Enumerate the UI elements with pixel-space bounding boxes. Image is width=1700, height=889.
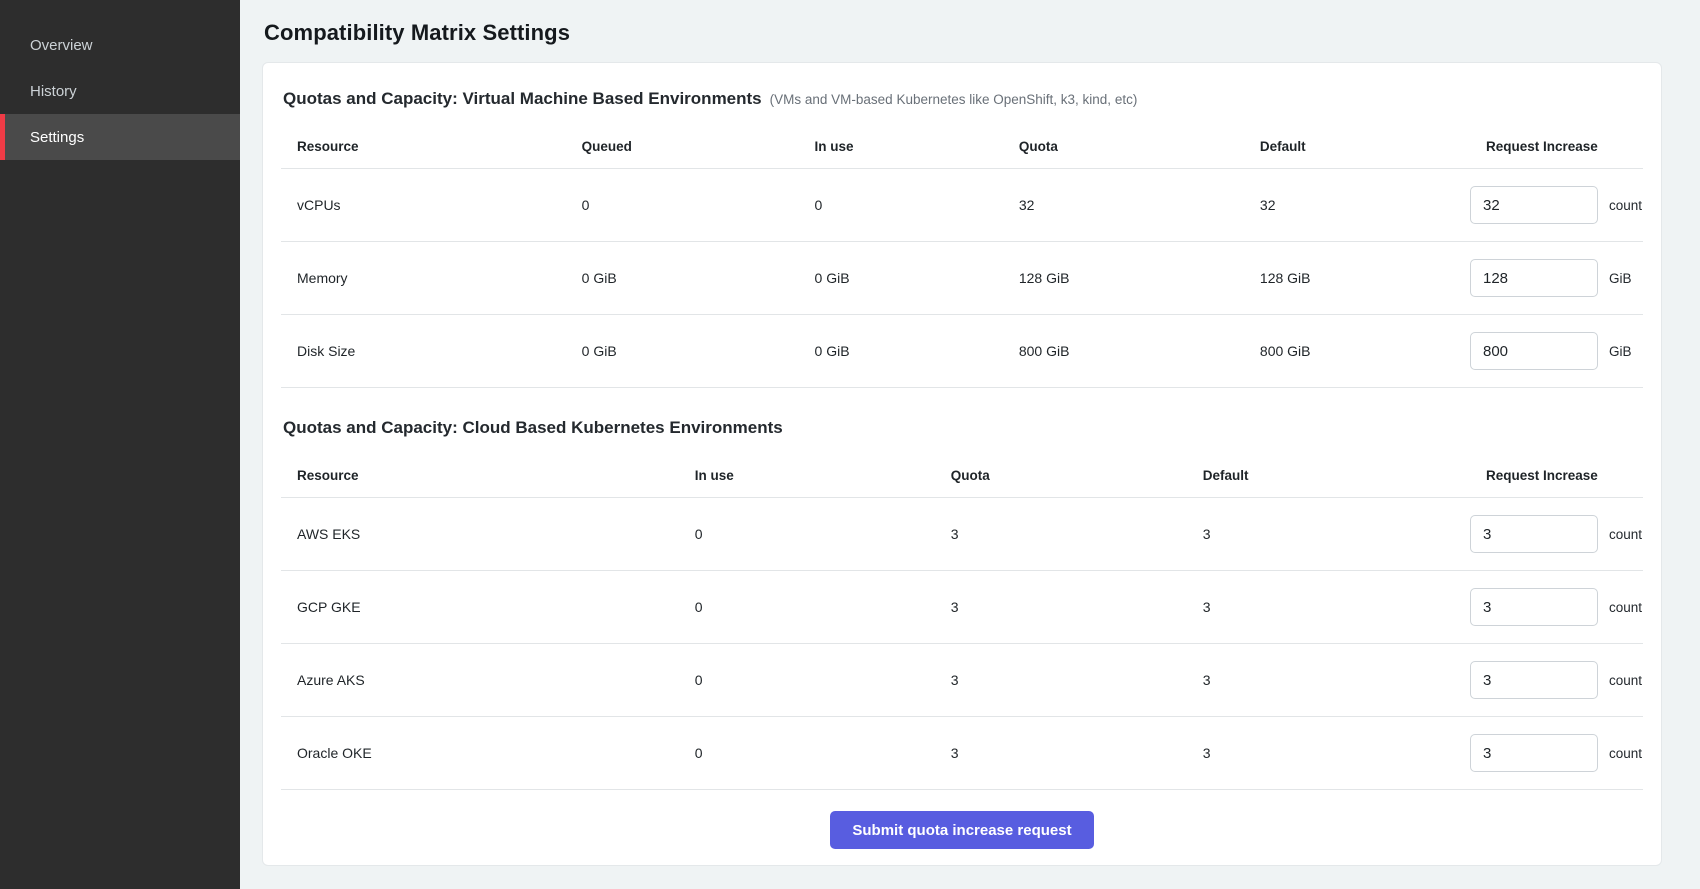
table-row-azure-aks: Azure AKS 0 3 3 count — [281, 644, 1643, 717]
resource-name: Memory — [281, 270, 566, 286]
request-increase-input-gcp-gke[interactable] — [1470, 588, 1598, 626]
unit-label: count — [1609, 600, 1642, 615]
column-header-request-increase: Request Increase — [1470, 139, 1643, 154]
table-row-aws-eks: AWS EKS 0 3 3 count — [281, 498, 1643, 571]
default-value: 3 — [1187, 745, 1470, 761]
table-row-vcpus: vCPUs 0 0 32 32 count — [281, 169, 1643, 242]
section-heading-vm: Quotas and Capacity: Virtual Machine Bas… — [283, 89, 1643, 109]
section-heading-cloud-k8s: Quotas and Capacity: Cloud Based Kuberne… — [283, 418, 1643, 438]
main-content: Compatibility Matrix Settings Quotas and… — [240, 0, 1700, 889]
default-value: 128 GiB — [1244, 270, 1470, 286]
in-use-value: 0 GiB — [799, 270, 1003, 286]
in-use-value: 0 GiB — [799, 343, 1003, 359]
footer-row: Submit quota increase request — [281, 790, 1643, 870]
column-header-quota: Quota — [1003, 139, 1244, 154]
request-increase-input-azure-aks[interactable] — [1470, 661, 1598, 699]
table-header-row: Resource Queued In use Quota Default Req… — [281, 125, 1643, 169]
section-title: Quotas and Capacity: Virtual Machine Bas… — [283, 89, 762, 109]
section-subtitle: (VMs and VM-based Kubernetes like OpenSh… — [770, 92, 1138, 107]
quota-value: 3 — [935, 526, 1187, 542]
resource-name: Azure AKS — [281, 672, 679, 688]
column-header-default: Default — [1244, 139, 1470, 154]
request-increase-input-oracle-oke[interactable] — [1470, 734, 1598, 772]
unit-label: GiB — [1609, 344, 1632, 359]
column-header-request-increase: Request Increase — [1470, 468, 1643, 483]
settings-card: Quotas and Capacity: Virtual Machine Bas… — [262, 62, 1662, 866]
in-use-value: 0 — [799, 197, 1003, 213]
unit-label: GiB — [1609, 271, 1632, 286]
default-value: 800 GiB — [1244, 343, 1470, 359]
sidebar-item-overview[interactable]: Overview — [0, 22, 240, 68]
column-header-in-use: In use — [799, 139, 1003, 154]
quota-value: 3 — [935, 745, 1187, 761]
quota-value: 3 — [935, 599, 1187, 615]
request-increase-input-aws-eks[interactable] — [1470, 515, 1598, 553]
quota-value: 32 — [1003, 197, 1244, 213]
in-use-value: 0 — [679, 672, 935, 688]
unit-label: count — [1609, 746, 1642, 761]
resource-name: vCPUs — [281, 197, 566, 213]
sidebar: Overview History Settings — [0, 0, 240, 889]
column-header-resource: Resource — [281, 139, 566, 154]
sidebar-item-label: Settings — [30, 129, 84, 146]
request-increase-input-memory[interactable] — [1470, 259, 1598, 297]
default-value: 3 — [1187, 526, 1470, 542]
queued-value: 0 GiB — [566, 270, 799, 286]
table-row-oracle-oke: Oracle OKE 0 3 3 count — [281, 717, 1643, 790]
queued-value: 0 GiB — [566, 343, 799, 359]
sidebar-item-label: Overview — [30, 37, 93, 54]
resource-name: GCP GKE — [281, 599, 679, 615]
request-increase-input-vcpus[interactable] — [1470, 186, 1598, 224]
sidebar-item-label: History — [30, 83, 77, 100]
unit-label: count — [1609, 527, 1642, 542]
default-value: 3 — [1187, 599, 1470, 615]
column-header-in-use: In use — [679, 468, 935, 483]
column-header-quota: Quota — [935, 468, 1187, 483]
unit-label: count — [1609, 198, 1642, 213]
column-header-resource: Resource — [281, 468, 679, 483]
quota-value: 3 — [935, 672, 1187, 688]
table-row-memory: Memory 0 GiB 0 GiB 128 GiB 128 GiB GiB — [281, 242, 1643, 315]
page-title: Compatibility Matrix Settings — [264, 20, 1662, 46]
resource-name: Disk Size — [281, 343, 566, 359]
cloud-k8s-quota-table: Resource In use Quota Default Request In… — [281, 454, 1643, 790]
quota-value: 800 GiB — [1003, 343, 1244, 359]
section-title: Quotas and Capacity: Cloud Based Kuberne… — [283, 418, 783, 438]
in-use-value: 0 — [679, 599, 935, 615]
quota-value: 128 GiB — [1003, 270, 1244, 286]
sidebar-item-settings[interactable]: Settings — [0, 114, 240, 160]
table-header-row: Resource In use Quota Default Request In… — [281, 454, 1643, 498]
request-increase-input-disk-size[interactable] — [1470, 332, 1598, 370]
default-value: 3 — [1187, 672, 1470, 688]
queued-value: 0 — [566, 197, 799, 213]
sidebar-item-history[interactable]: History — [0, 68, 240, 114]
resource-name: AWS EKS — [281, 526, 679, 542]
in-use-value: 0 — [679, 526, 935, 542]
in-use-value: 0 — [679, 745, 935, 761]
column-header-default: Default — [1187, 468, 1470, 483]
table-row-disk-size: Disk Size 0 GiB 0 GiB 800 GiB 800 GiB Gi… — [281, 315, 1643, 388]
default-value: 32 — [1244, 197, 1470, 213]
submit-quota-increase-button[interactable]: Submit quota increase request — [830, 811, 1093, 849]
resource-name: Oracle OKE — [281, 745, 679, 761]
table-row-gcp-gke: GCP GKE 0 3 3 count — [281, 571, 1643, 644]
column-header-queued: Queued — [566, 139, 799, 154]
unit-label: count — [1609, 673, 1642, 688]
vm-quota-table: Resource Queued In use Quota Default Req… — [281, 125, 1643, 388]
